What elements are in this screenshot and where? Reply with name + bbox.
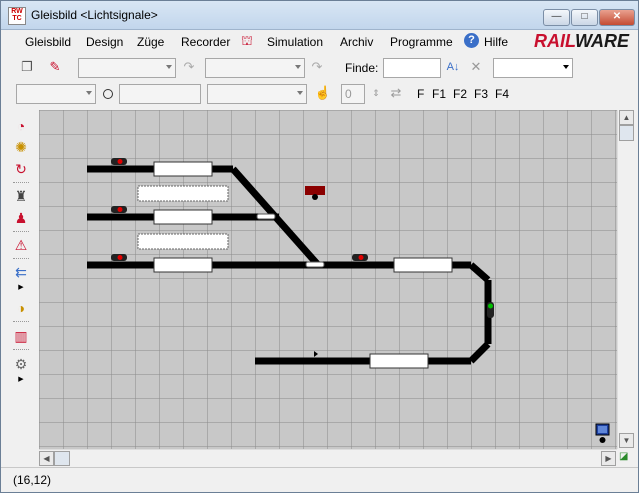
fkey-f3[interactable]: F3 (474, 87, 488, 101)
horizontal-scrollbar[interactable]: ◀ ▶ (39, 449, 617, 467)
recorder-icon[interactable]: ⛫ (238, 32, 256, 50)
switch-2[interactable] (305, 261, 325, 268)
chevron-down-icon (297, 91, 303, 95)
scroll-up-button[interactable]: ▲ (619, 110, 634, 125)
scroll-thumb-horizontal[interactable] (54, 451, 70, 466)
spinner-icon[interactable]: ⇕ (367, 84, 385, 102)
graph-icon[interactable]: ▥ (11, 326, 31, 346)
track-label-box[interactable] (393, 257, 453, 273)
track-label-box[interactable] (153, 161, 213, 177)
chevron-down-icon (563, 65, 569, 69)
title-bar[interactable]: RW TC Gleisbild <Lichtsignale> — □ ✕ (1, 1, 638, 30)
scroll-thumb-vertical[interactable] (619, 125, 634, 141)
fkey-f4[interactable]: F4 (495, 87, 509, 101)
combo-1[interactable] (78, 58, 176, 78)
redo-icon[interactable]: ↷ (180, 58, 198, 76)
swap-icon[interactable]: ⇄ (387, 84, 405, 102)
find-label: Finde: (345, 61, 379, 75)
toolbar-top: ❐ ✎ ↷ ↷ Finde: A↓ ✕ (1, 55, 638, 81)
app-logo-icon: RW TC (8, 7, 26, 25)
expand-icon-2[interactable]: ▶ (11, 370, 31, 390)
main-window: RW TC Gleisbild <Lichtsignale> — □ ✕ Glei… (0, 0, 639, 493)
route-icon[interactable]: ◔ (11, 116, 31, 136)
combo-5[interactable] (119, 84, 201, 104)
gear-train-icon[interactable]: ✺ (11, 137, 31, 157)
menu-gleisbild[interactable]: Gleisbild (25, 35, 71, 49)
expand-icon[interactable]: ▶ (11, 278, 31, 298)
combo-3[interactable] (493, 58, 573, 78)
menu-simulation[interactable]: Simulation (267, 35, 323, 49)
separator (13, 182, 29, 185)
menu-zuege[interactable]: Züge (137, 35, 164, 49)
separator (13, 258, 29, 261)
platform-box[interactable] (137, 233, 229, 250)
counter-input[interactable]: 0 (341, 84, 365, 104)
hand-icon[interactable]: ☝ (314, 84, 332, 102)
cursor-coordinates: (16,12) (13, 473, 52, 487)
minimize-button[interactable]: — (543, 9, 570, 26)
close-button[interactable]: ✕ (599, 9, 635, 26)
clear-icon[interactable]: ✕ (467, 58, 485, 76)
signal-red-2[interactable] (111, 206, 127, 213)
separator (13, 321, 29, 324)
track-label-box[interactable] (153, 257, 213, 273)
fkey-f2[interactable]: F2 (453, 87, 467, 101)
menu-archiv[interactable]: Archiv (340, 35, 373, 49)
find-input[interactable] (383, 58, 441, 78)
brand-red: RAIL (534, 31, 576, 51)
fkey-f1[interactable]: F1 (432, 87, 446, 101)
scroll-left-button[interactable]: ◀ (39, 451, 54, 466)
copy-icon[interactable]: ❐ (18, 58, 36, 76)
signal-red-4[interactable] (352, 254, 368, 261)
combo-6[interactable] (207, 84, 307, 104)
signal-green-1[interactable] (487, 302, 494, 318)
track-canvas[interactable] (39, 110, 617, 449)
menu-design[interactable]: Design (86, 35, 123, 49)
track-label-box[interactable] (153, 209, 213, 225)
status-bar: (16,12) (1, 467, 638, 492)
signal-red-1[interactable] (111, 158, 127, 165)
railware-logo: RAILWARE (534, 31, 629, 52)
refresh-icon[interactable]: ↻ (11, 159, 31, 179)
separator (13, 349, 29, 352)
radio-button[interactable] (103, 89, 113, 99)
menu-hilfe[interactable]: Hilfe (484, 35, 508, 49)
fkey-f[interactable]: F (417, 87, 424, 101)
scroll-right-button[interactable]: ▶ (601, 451, 616, 466)
toolbar-second: ☝ 0 ⇕ ⇄ F F1 F2 F3 F4 (1, 81, 638, 107)
track-diagram[interactable] (39, 110, 617, 449)
combo-2[interactable] (205, 58, 305, 78)
edit-icon[interactable]: ✎ (46, 58, 64, 76)
menu-programme[interactable]: Programme (390, 35, 453, 49)
redo-icon-2[interactable]: ↷ (308, 58, 326, 76)
locomotive-icon[interactable]: ♜ (11, 186, 31, 206)
sort-az-icon[interactable]: A↓ (444, 58, 462, 76)
window-title: Gleisbild <Lichtsignale> (31, 8, 158, 22)
switch-1[interactable] (256, 213, 276, 220)
vertical-scrollbar[interactable]: ▲ ▼ (617, 110, 635, 449)
scroll-down-button[interactable]: ▼ (619, 433, 634, 448)
signal-person-icon[interactable]: ♟ (11, 208, 31, 228)
help-icon[interactable]: ? (464, 33, 479, 48)
maximize-button[interactable]: □ (571, 9, 598, 26)
menu-recorder[interactable]: Recorder (181, 35, 230, 49)
brand-dark: WARE (575, 31, 630, 51)
signal-red-3[interactable] (111, 254, 127, 261)
platform-box[interactable] (137, 185, 229, 202)
chevron-down-icon (295, 65, 301, 69)
combo-4[interactable] (16, 84, 96, 104)
chevron-down-icon (86, 91, 92, 95)
resize-corner-icon[interactable]: ◪ (619, 451, 631, 463)
crossing-icon[interactable]: ⚠ (11, 235, 31, 255)
left-toolbar: ◔ ✺ ↻ ♜ ♟ ⚠ ⇇ ▶ ◑ ▥ ⚙ ▶ (1, 110, 39, 465)
chevron-down-icon (166, 65, 172, 69)
separator (13, 231, 29, 234)
circle-tools-icon[interactable]: ◑ (11, 298, 31, 318)
track-label-box[interactable] (369, 353, 429, 369)
